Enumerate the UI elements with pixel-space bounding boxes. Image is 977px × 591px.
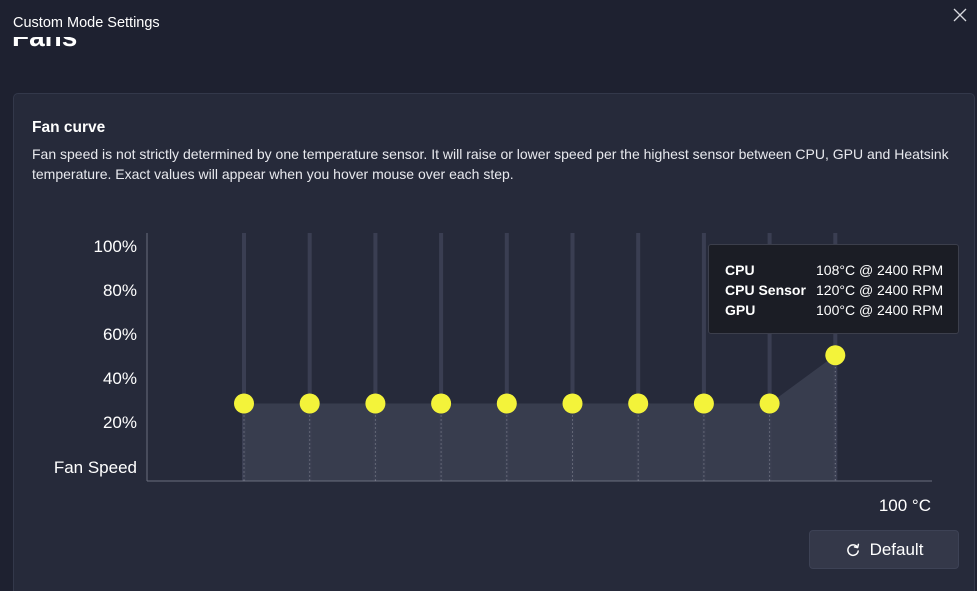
tooltip-value: 108°C @ 2400 RPM (816, 262, 944, 278)
curve-point-handle[interactable] (299, 393, 320, 414)
tooltip-label: GPU (725, 302, 756, 318)
default-button[interactable]: Default (809, 530, 959, 569)
y-tick-label: 20% (103, 413, 137, 432)
tooltip-value: 100°C @ 2400 RPM (816, 302, 944, 318)
default-button-label: Default (869, 539, 924, 559)
y-tick-label: 80% (103, 281, 137, 300)
curve-point-handle[interactable] (825, 345, 846, 366)
reset-icon (846, 543, 859, 556)
curve-point-handle[interactable] (693, 393, 714, 414)
y-tick-label: 100% (94, 237, 137, 256)
curve-point-handle[interactable] (562, 393, 583, 414)
step-tooltip: CPU 108°C @ 2400 RPM CPU Sensor 120°C @ … (708, 244, 959, 334)
curve-area (244, 355, 836, 481)
curve-point-handle[interactable] (628, 393, 649, 414)
tooltip-label: CPU (725, 262, 755, 278)
y-tick-label: 40% (103, 369, 137, 388)
curve-point-handle[interactable] (759, 393, 780, 414)
x-axis-label: 100 °C (879, 496, 931, 515)
curve-point-handle[interactable] (365, 393, 386, 414)
tooltip-value: 120°C @ 2400 RPM (816, 282, 944, 298)
curve-point-handle[interactable] (496, 393, 517, 414)
tooltip-label: CPU Sensor (725, 282, 806, 298)
curve-point-handle[interactable] (234, 393, 254, 414)
y-tick-label: 60% (103, 325, 137, 344)
curve-point-handle[interactable] (431, 393, 452, 414)
y-axis-title: Fan Speed (54, 458, 137, 477)
